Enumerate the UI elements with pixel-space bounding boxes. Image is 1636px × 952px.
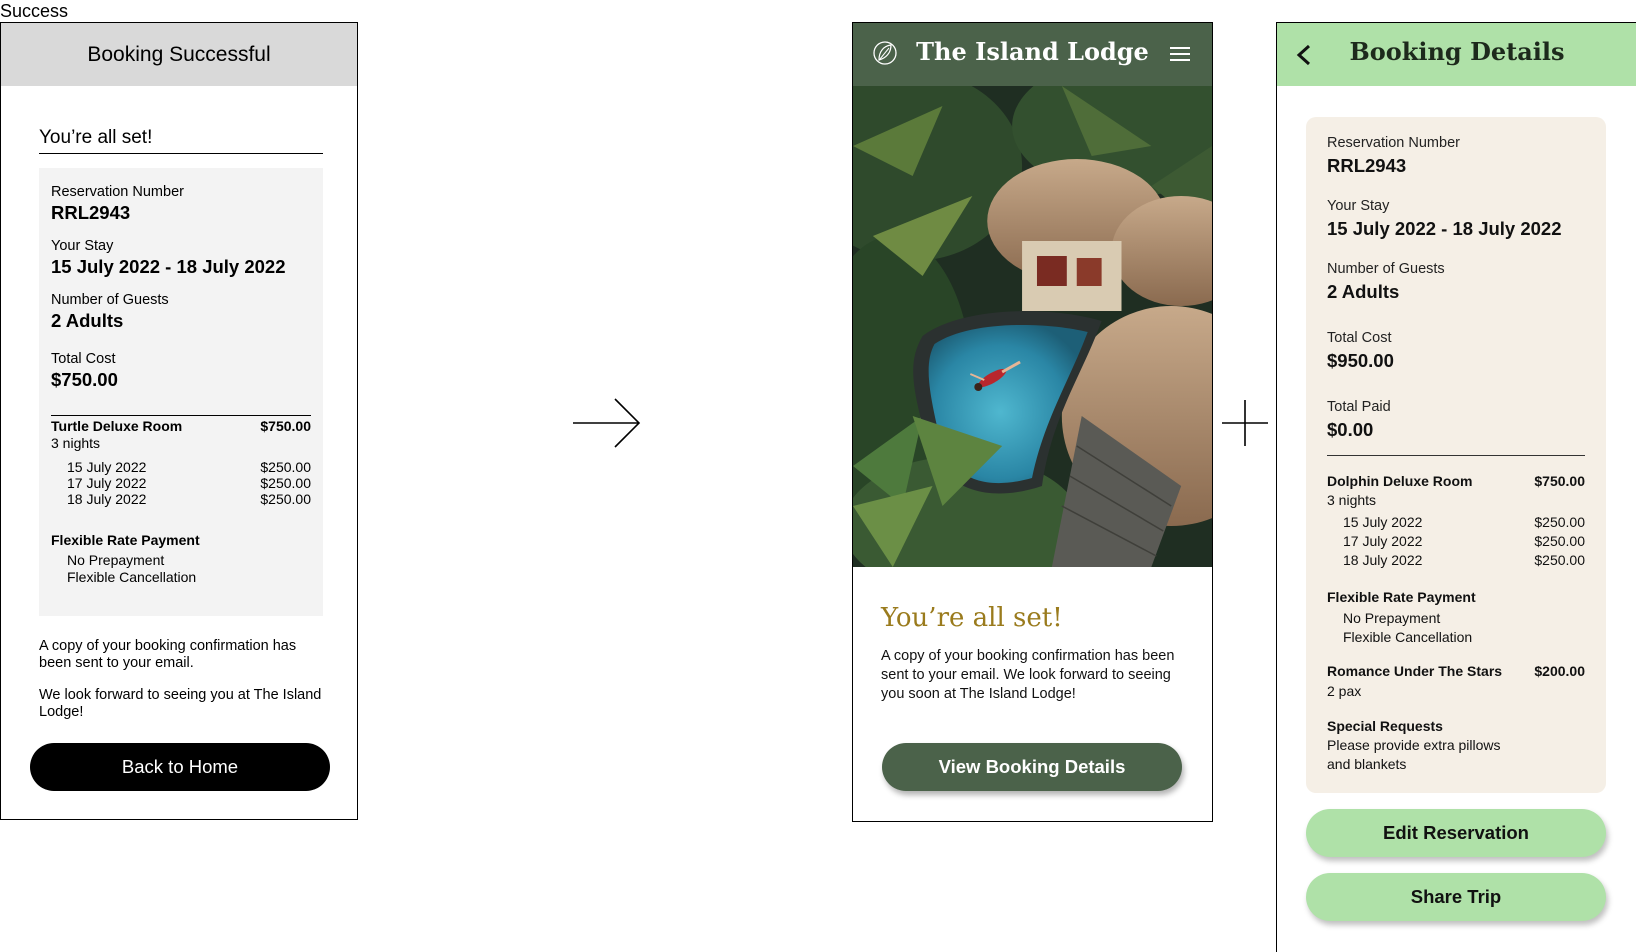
reservation-value: RRL2943 bbox=[1327, 155, 1407, 176]
night-price: $250.00 bbox=[260, 459, 311, 475]
stay-value: 15 July 2022 - 18 July 2022 bbox=[1327, 218, 1562, 239]
night-row: 17 July 2022 $250.00 bbox=[67, 475, 311, 491]
night-row: 17 July 2022 $250.00 bbox=[1343, 533, 1585, 549]
room-nights: 3 nights bbox=[1327, 492, 1377, 508]
addon-row: Romance Under The Stars $200.00 bbox=[1327, 663, 1585, 679]
room-price: $750.00 bbox=[260, 418, 311, 434]
night-price: $250.00 bbox=[1534, 514, 1585, 530]
paid-value: $0.00 bbox=[1327, 419, 1374, 440]
divider bbox=[1327, 455, 1585, 456]
addon-price: $200.00 bbox=[1534, 663, 1585, 679]
night-date: 15 July 2022 bbox=[67, 459, 147, 475]
rate-item: No Prepayment bbox=[1343, 610, 1441, 626]
stay-label: Your Stay bbox=[1327, 198, 1390, 214]
wireframe-heading: You’re all set! bbox=[39, 127, 323, 154]
success-screen: The Island Lodge You’re all set! A copy … bbox=[852, 22, 1213, 822]
top-bar: Booking Details bbox=[1277, 23, 1636, 86]
flow-arrow-icon bbox=[573, 398, 641, 448]
wireframe-header-title: Booking Successful bbox=[1, 23, 357, 86]
night-row: 18 July 2022 $250.00 bbox=[1343, 552, 1585, 568]
night-date: 18 July 2022 bbox=[1343, 552, 1423, 568]
menu-icon[interactable] bbox=[1170, 47, 1190, 61]
rate-item: No Prepayment bbox=[67, 552, 165, 568]
booking-details-screen: Booking Details Reservation Number RRL29… bbox=[1276, 22, 1636, 952]
night-date: 17 July 2022 bbox=[1343, 533, 1423, 549]
confirmation-heading: You’re all set! bbox=[881, 603, 1063, 633]
divider bbox=[51, 415, 311, 416]
rate-item: Flexible Cancellation bbox=[67, 569, 197, 585]
confirmation-message: A copy of your booking confirmation has … bbox=[881, 648, 1175, 702]
room-nights: 3 nights bbox=[51, 435, 101, 451]
brand-title: The Island Lodge bbox=[916, 37, 1149, 66]
reservation-value: RRL2943 bbox=[51, 202, 131, 223]
wireframe-screen: Booking Successful You’re all set! Reser… bbox=[0, 22, 358, 820]
paid-label: Total Paid bbox=[1327, 399, 1391, 415]
night-row: 18 July 2022 $250.00 bbox=[67, 491, 311, 507]
night-price: $250.00 bbox=[260, 491, 311, 507]
night-price: $250.00 bbox=[1534, 552, 1585, 568]
guests-label: Number of Guests bbox=[51, 292, 169, 308]
page-title: Booking Details bbox=[1349, 37, 1565, 66]
room-row: Turtle Deluxe Room $750.00 bbox=[51, 418, 311, 434]
wireframe-booking-card: Reservation Number RRL2943 Your Stay 15 … bbox=[39, 168, 323, 616]
resort-pool-photo bbox=[853, 86, 1212, 567]
cost-label: Total Cost bbox=[51, 351, 116, 367]
cost-value: $750.00 bbox=[51, 369, 118, 390]
requests-line: Please provide extra pillows bbox=[1327, 737, 1501, 753]
addon-name: Romance Under The Stars bbox=[1327, 663, 1503, 679]
page-label: Success bbox=[0, 1, 69, 21]
night-price: $250.00 bbox=[260, 475, 311, 491]
cost-label: Total Cost bbox=[1327, 330, 1392, 346]
confirmation-text: A copy of your booking confirmation has … bbox=[39, 638, 297, 671]
guests-label: Number of Guests bbox=[1327, 261, 1445, 277]
night-date: 15 July 2022 bbox=[1343, 514, 1423, 530]
room-name: Turtle Deluxe Room bbox=[51, 418, 183, 434]
night-row: 15 July 2022 $250.00 bbox=[1343, 514, 1585, 530]
stay-value: 15 July 2022 - 18 July 2022 bbox=[51, 256, 286, 277]
reservation-label: Reservation Number bbox=[1327, 135, 1460, 151]
rate-title: Flexible Rate Payment bbox=[51, 532, 200, 548]
guests-value: 2 Adults bbox=[51, 310, 124, 331]
requests-title: Special Requests bbox=[1327, 718, 1443, 734]
reservation-label: Reservation Number bbox=[51, 184, 184, 200]
edit-reservation-button[interactable]: Edit Reservation bbox=[1306, 809, 1606, 857]
share-trip-button[interactable]: Share Trip bbox=[1306, 873, 1606, 921]
night-row: 15 July 2022 $250.00 bbox=[67, 459, 311, 475]
view-booking-details-button[interactable]: View Booking Details bbox=[882, 743, 1182, 791]
back-to-home-button[interactable]: Back to Home bbox=[30, 743, 330, 791]
room-price: $750.00 bbox=[1534, 473, 1585, 489]
room-row: Dolphin Deluxe Room $750.00 bbox=[1327, 473, 1585, 489]
guests-value: 2 Adults bbox=[1327, 281, 1400, 302]
room-name: Dolphin Deluxe Room bbox=[1327, 473, 1473, 489]
night-date: 17 July 2022 bbox=[67, 475, 147, 491]
stay-label: Your Stay bbox=[51, 238, 114, 254]
booking-details-card: Reservation Number RRL2943 Your Stay 15 … bbox=[1306, 117, 1606, 793]
cost-value: $950.00 bbox=[1327, 350, 1394, 371]
addon-qty: 2 pax bbox=[1327, 683, 1362, 699]
lookforward-text: We look forward to seeing you at The Isl… bbox=[39, 687, 322, 720]
requests-line: and blankets bbox=[1327, 756, 1407, 772]
plus-icon bbox=[1222, 400, 1268, 446]
night-price: $250.00 bbox=[1534, 533, 1585, 549]
rate-item: Flexible Cancellation bbox=[1343, 629, 1473, 645]
rate-title: Flexible Rate Payment bbox=[1327, 589, 1476, 605]
top-bar: The Island Lodge bbox=[853, 23, 1212, 86]
night-date: 18 July 2022 bbox=[67, 491, 147, 507]
